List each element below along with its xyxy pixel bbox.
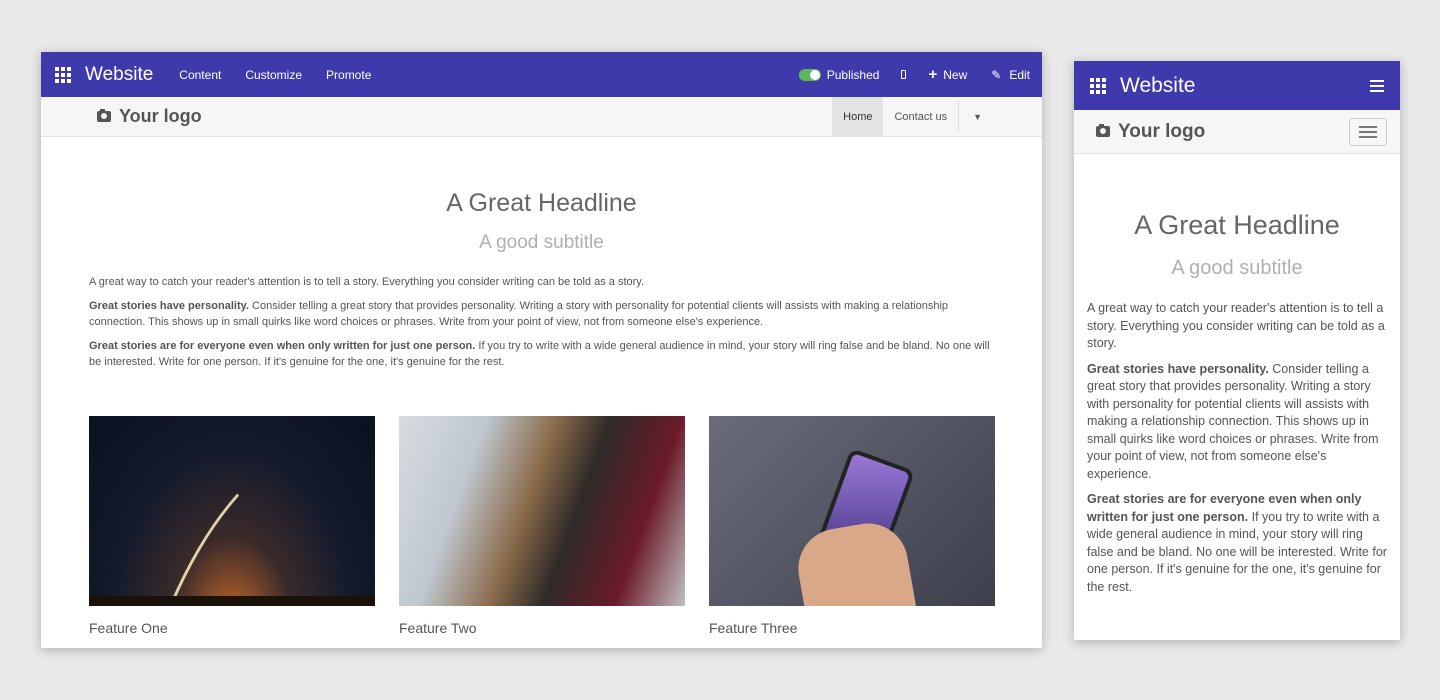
paragraph-3-lead: Great stories are for everyone even when… — [89, 340, 476, 352]
features-row: Feature One Feature Two Feature Three — [89, 416, 995, 636]
menu-customize[interactable]: Customize — [245, 68, 302, 82]
plus-icon[interactable]: + — [928, 67, 937, 82]
desktop-preview: Website Content Customize Promote Publis… — [41, 52, 1042, 648]
admin-bar: Website Content Customize Promote Publis… — [41, 52, 1042, 97]
caret-down-icon[interactable]: ▼ — [959, 97, 996, 136]
navbar-toggle-button[interactable] — [1349, 117, 1387, 146]
paragraph-2-body: Consider telling a great story that prov… — [1087, 361, 1379, 481]
admin-actions: Published + New ✎ Edit — [798, 67, 1030, 82]
logo-text: Your logo — [119, 106, 202, 126]
camera-icon — [1096, 124, 1110, 137]
menu-promote[interactable]: Promote — [326, 68, 371, 82]
nav-home[interactable]: Home — [832, 97, 884, 136]
page-subtitle: A good subtitle — [1171, 257, 1303, 279]
paragraph-1: A great way to catch your reader's atten… — [89, 276, 645, 288]
paragraph-1: A great way to catch your reader's atten… — [1087, 301, 1385, 350]
admin-brand[interactable]: Website — [85, 64, 153, 86]
apps-grid-icon[interactable] — [55, 66, 71, 83]
feature-card: Feature Three — [709, 416, 995, 636]
logo-text: Your logo — [1118, 120, 1206, 142]
feature-title: Feature Three — [709, 620, 798, 636]
mobile-preview: Website Your logo A Great Headline A goo… — [1074, 61, 1400, 640]
admin-menu: Content Customize Promote — [179, 68, 395, 82]
page-content: A Great Headline A good subtitle A great… — [41, 137, 1042, 636]
page-subtitle: A good subtitle — [479, 232, 604, 253]
menu-content[interactable]: Content — [179, 68, 221, 82]
site-nav-links: Home Contact us ▼ — [832, 97, 996, 136]
paragraph-2-lead: Great stories have personality. — [1087, 361, 1269, 376]
paragraph-2-lead: Great stories have personality. — [89, 300, 249, 312]
page-content-mobile: A Great Headline A good subtitle A great… — [1074, 154, 1400, 596]
site-logo-mobile[interactable]: Your logo — [1096, 121, 1205, 143]
phone-in-hand-image — [709, 416, 995, 606]
mobile-preview-icon[interactable] — [901, 70, 907, 79]
page-headline: A Great Headline — [446, 189, 637, 217]
site-logo[interactable]: Your logo — [97, 106, 202, 127]
feature-card: Feature One — [89, 416, 375, 636]
rocket-launch-image — [89, 416, 375, 606]
admin-bar-mobile: Website — [1074, 61, 1400, 110]
pencil-icon[interactable]: ✎ — [991, 68, 1001, 82]
nav-contact-us[interactable]: Contact us — [883, 97, 958, 136]
apps-grid-icon[interactable] — [1090, 77, 1106, 94]
feature-title: Feature One — [89, 620, 168, 636]
hamburger-menu-icon[interactable] — [1370, 79, 1384, 92]
feature-card: Feature Two — [399, 416, 685, 636]
feature-title: Feature Two — [399, 620, 477, 636]
page-headline: A Great Headline — [1134, 210, 1340, 240]
paragraph-3: Great stories are for everyone even when… — [1087, 491, 1387, 596]
paragraph-3: Great stories are for everyone even when… — [89, 338, 994, 370]
published-toggle[interactable] — [798, 68, 821, 81]
edit-button[interactable]: Edit — [1009, 68, 1030, 82]
paragraph-2: Great stories have personality. Consider… — [1087, 361, 1387, 484]
site-navbar-mobile: Your logo — [1074, 110, 1400, 154]
new-button[interactable]: New — [943, 68, 967, 82]
paragraph-2: Great stories have personality. Consider… — [89, 298, 994, 330]
camera-icon — [97, 109, 111, 122]
admin-brand-mobile[interactable]: Website — [1120, 74, 1195, 98]
published-label[interactable]: Published — [827, 68, 880, 82]
site-navbar: Your logo Home Contact us ▼ — [41, 97, 1042, 137]
clothing-rack-image — [399, 416, 685, 606]
